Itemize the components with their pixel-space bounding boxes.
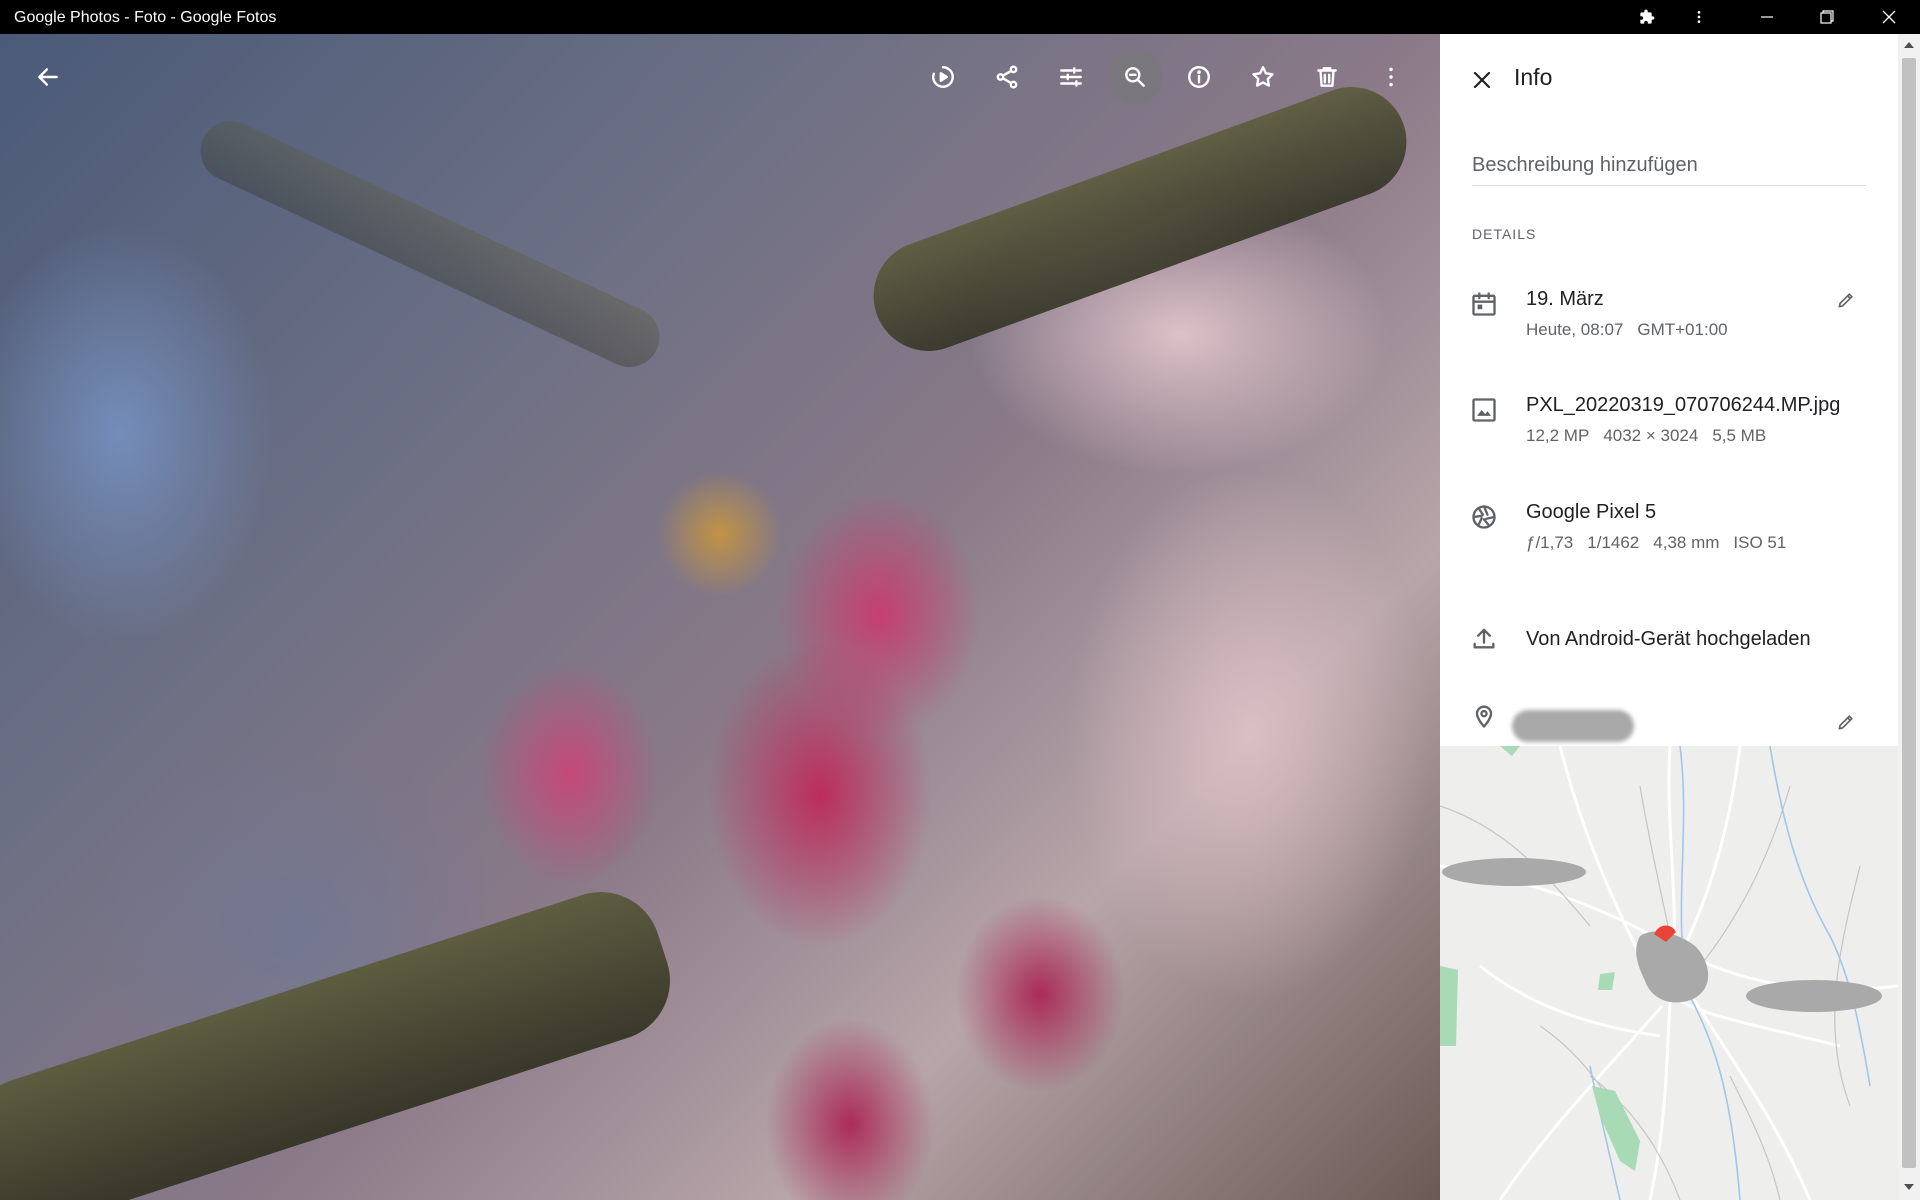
scroll-up-arrow[interactable]	[1904, 42, 1914, 48]
window-titlebar: Google Photos - Foto - Google Fotos	[0, 0, 1920, 34]
date-secondary: Heute, 08:07 GMT+01:00	[1526, 320, 1742, 340]
description-input[interactable]	[1472, 146, 1866, 186]
close-window-icon[interactable]	[1860, 0, 1918, 34]
delete-icon[interactable]	[1299, 49, 1355, 105]
location-pin-icon	[1470, 702, 1500, 732]
file-megapixels: 12,2 MP	[1526, 426, 1590, 445]
camera-model: Google Pixel 5	[1526, 501, 1657, 523]
aperture-icon	[1470, 503, 1500, 533]
info-panel-title: Info	[1514, 64, 1553, 90]
location-row	[1440, 702, 1898, 746]
info-panel: Info DETAILS 19. März Heute, 08:07 GMT+01…	[1440, 34, 1898, 1200]
file-size: 5,5 MB	[1712, 426, 1767, 445]
edit-tune-icon[interactable]	[1043, 49, 1099, 105]
file-row: PXL_20220319_070706244.MP.jpg 12,2 MP 403…	[1440, 392, 1898, 472]
file-name: PXL_20220319_070706244.MP.jpg	[1526, 394, 1841, 416]
edit-date-icon[interactable]	[1826, 280, 1866, 320]
window-title: Google Photos - Foto - Google Fotos	[14, 9, 277, 26]
restore-icon[interactable]	[1798, 0, 1856, 34]
info-icon[interactable]	[1171, 49, 1227, 105]
camera-focal-length: 4,38 mm	[1653, 533, 1720, 552]
more-vert-icon[interactable]	[1363, 49, 1419, 105]
info-panel-header: Info	[1440, 34, 1898, 124]
photo-branch-blur	[190, 111, 670, 377]
scroll-down-arrow[interactable]	[1904, 1184, 1914, 1190]
panel-scrollbar[interactable]	[1898, 34, 1920, 1200]
back-arrow-icon[interactable]	[20, 49, 76, 105]
camera-secondary: ƒ/1,73 1/1462 4,38 mm ISO 51	[1526, 533, 1800, 553]
date-timezone: GMT+01:00	[1637, 320, 1728, 339]
zoom-icon[interactable]	[1107, 49, 1163, 105]
photo-toolbar	[0, 34, 1440, 122]
star-icon[interactable]	[1235, 49, 1291, 105]
close-info-icon[interactable]	[1460, 58, 1504, 102]
image-icon	[1470, 396, 1500, 426]
file-secondary: 12,2 MP 4032 × 3024 5,5 MB	[1526, 426, 1780, 446]
date-primary: 19. März	[1526, 288, 1604, 310]
map-graphic	[1440, 746, 1898, 1200]
scrollbar-thumb[interactable]	[1902, 58, 1916, 1168]
calendar-icon	[1470, 290, 1500, 320]
slideshow-icon[interactable]	[915, 49, 971, 105]
camera-aperture: ƒ/1,73	[1526, 533, 1574, 552]
file-resolution: 4032 × 3024	[1603, 426, 1699, 445]
share-icon[interactable]	[979, 49, 1035, 105]
date-row: 19. März Heute, 08:07 GMT+01:00	[1440, 286, 1898, 366]
photo-viewer[interactable]	[0, 34, 1440, 1200]
upload-row: Von Android-Gerät hochgeladen	[1440, 624, 1898, 668]
camera-iso: ISO 51	[1733, 533, 1787, 552]
edit-location-icon[interactable]	[1826, 702, 1866, 742]
upload-text: Von Android-Gerät hochgeladen	[1526, 628, 1811, 650]
minimize-icon[interactable]	[1738, 0, 1796, 34]
location-redacted	[1512, 710, 1634, 742]
extensions-puzzle-icon[interactable]	[1618, 0, 1676, 34]
date-time: Heute, 08:07	[1526, 320, 1624, 339]
camera-row: Google Pixel 5 ƒ/1,73 1/1462 4,38 mm ISO 51	[1440, 499, 1898, 579]
upload-icon	[1470, 624, 1500, 654]
details-section-label: DETAILS	[1472, 226, 1537, 242]
photo-branch-lower	[0, 876, 686, 1200]
camera-shutter: 1/1462	[1587, 533, 1640, 552]
browser-menu-icon[interactable]	[1670, 0, 1728, 34]
location-map[interactable]	[1440, 746, 1898, 1200]
